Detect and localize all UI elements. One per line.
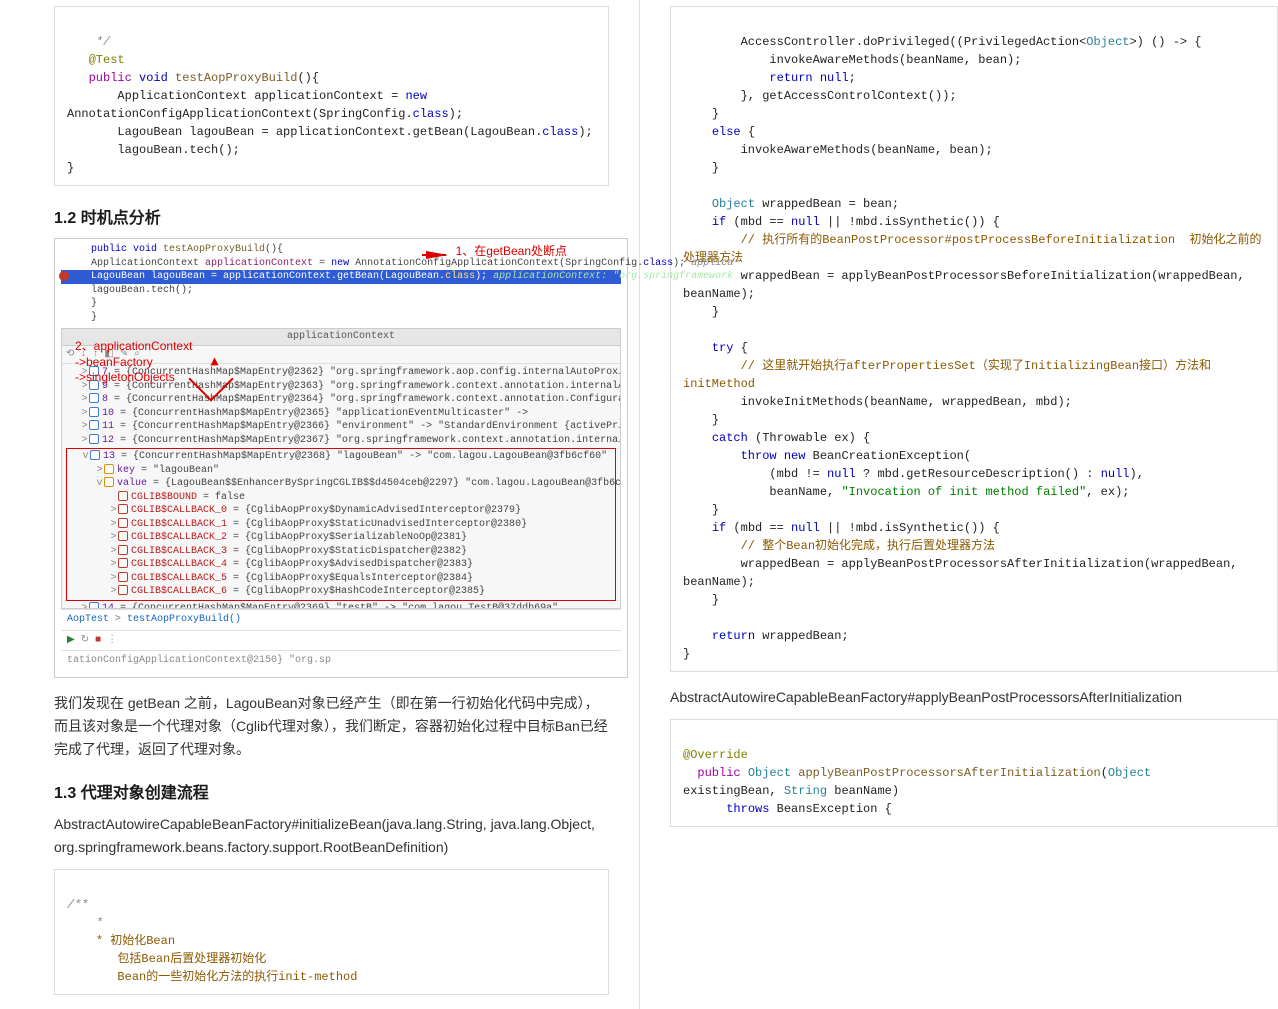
code-line: AnnotationConfigApplicationContext(Sprin… (67, 107, 463, 121)
code-line: * 初始化Bean (67, 934, 175, 948)
last-frame: tationConfigApplicationContext@2150} "or… (61, 650, 621, 671)
code-line: invokeInitMethods(beanName, wrappedBean,… (683, 395, 1072, 409)
code-line: // 这里就开始执行afterPropertiesSet（实现了Initiali… (683, 359, 1211, 391)
code-line: if (mbd == null || !mbd.isSynthetic()) { (683, 215, 1000, 229)
code-line: wrappedBean = applyBeanPostProcessorsAft… (683, 557, 1245, 589)
code-line: } (683, 413, 719, 427)
debugger-screenshot: 1、在getBean处断点 public void testAopProxyBu… (54, 238, 628, 678)
var-row[interactable]: >12 = {ConcurrentHashMap$MapEntry@2367} … (66, 434, 616, 448)
code-line: @Override (683, 748, 748, 762)
dbg-code-line: lagouBean.tech(); (61, 284, 621, 298)
var-row[interactable]: >CGLIB$CALLBACK_1 = {CglibAopProxy$Stati… (67, 518, 615, 532)
var-row[interactable]: >CGLIB$CALLBACK_0 = {CglibAopProxy$Dynam… (67, 504, 615, 518)
annotation-1: 1、在getBean处断点 (456, 243, 567, 259)
code-line: } (683, 305, 719, 319)
var-row[interactable]: >8 = {ConcurrentHashMap$MapEntry@2364} "… (66, 393, 616, 407)
code-line: wrappedBean = applyBeanPostProcessorsBef… (683, 269, 1252, 301)
code-block-apply-post-processors: @Override public Object applyBeanPostPro… (670, 719, 1278, 827)
var-row[interactable]: vvalue = {LagouBean$$EnhancerBySpringCGL… (67, 477, 615, 491)
var-row[interactable]: >10 = {ConcurrentHashMap$MapEntry@2365} … (66, 407, 616, 421)
code-line: */ (67, 35, 110, 49)
code-line: // 执行所有的BeanPostProcessor#postProcessBef… (683, 233, 1261, 265)
code-line: throw new BeanCreationException( (683, 449, 971, 463)
rerun-icon[interactable]: ▶ (67, 634, 75, 648)
code-block-init-comment: /** * * 初始化Bean 包括Bean后置处理器初始化 Bean的一些初始… (54, 869, 609, 995)
code-line: } (683, 107, 719, 121)
code-line: AccessController.doPrivileged((Privilege… (683, 35, 1202, 49)
var-row[interactable]: >CGLIB$CALLBACK_5 = {CglibAopProxy$Equal… (67, 572, 615, 586)
code-line: (mbd != null ? mbd.getResourceDescriptio… (683, 467, 1144, 481)
breadcrumb-bar: AopTest > testAopProxyBuild() (61, 609, 621, 630)
section-heading-1-3: 1.3 代理对象创建流程 (54, 779, 609, 803)
section-heading-1-2: 1.2 时机点分析 (54, 204, 609, 228)
code-line: } (683, 161, 719, 175)
code-line: ApplicationContext applicationContext = … (67, 89, 427, 103)
code-line: lagouBean.tech(); (67, 143, 240, 157)
code-line: } (683, 647, 690, 661)
reload-icon[interactable]: ↻ (81, 634, 89, 648)
stop-icon[interactable]: ■ (95, 634, 101, 648)
code-line: return null; (683, 71, 856, 85)
code-block-initialize-bean: AccessController.doPrivileged((Privilege… (670, 6, 1278, 672)
code-line: return wrappedBean; (683, 629, 849, 643)
var-row[interactable]: v13 = {ConcurrentHashMap$MapEntry@2368} … (67, 450, 615, 464)
debug-toolbar: ▶ ↻ ■ ⋮ (61, 630, 621, 651)
code-line: * (67, 916, 103, 930)
breakpoint-icon (59, 271, 69, 281)
code-line: }, getAccessControlContext()); (683, 89, 957, 103)
code-line: Object wrappedBean = bean; (683, 197, 899, 211)
dbg-current-line: LagouBean lagouBean = applicationContext… (61, 270, 621, 284)
code-line: catch (Throwable ex) { (683, 431, 870, 445)
code-line: invokeAwareMethods(beanName, bean); (683, 53, 1021, 67)
code-line: else { (683, 125, 755, 139)
code-block-test: */ @Test public void testAopProxyBuild()… (54, 6, 609, 186)
code-line: public Object applyBeanPostProcessorsAft… (683, 766, 1151, 780)
code-line: throws BeansException { (683, 802, 892, 816)
var-row[interactable]: >key = "lagouBean" (67, 464, 615, 478)
var-row[interactable]: >CGLIB$CALLBACK_4 = {CglibAopProxy$Advis… (67, 558, 615, 572)
code-line: @Test (67, 53, 125, 67)
var-row[interactable]: >11 = {ConcurrentHashMap$MapEntry@2366} … (66, 420, 616, 434)
code-line: /** (67, 898, 89, 912)
code-line: } (683, 503, 719, 517)
dbg-code-line: } (61, 311, 621, 325)
dbg-code-line: } (61, 297, 621, 311)
var-row[interactable]: >CGLIB$CALLBACK_2 = {CglibAopProxy$Seria… (67, 531, 615, 545)
var-row[interactable]: CGLIB$BOUND = false (67, 491, 615, 505)
code-line: 包括Bean后置处理器初始化 (67, 952, 266, 966)
code-line: public void testAopProxyBuild(){ (67, 71, 319, 85)
code-line: } (67, 161, 74, 175)
code-line: try { (683, 341, 748, 355)
code-line: } (683, 593, 719, 607)
var-row[interactable]: >CGLIB$CALLBACK_6 = {CglibAopProxy$HashC… (67, 585, 615, 599)
paragraph: 我们发现在 getBean 之前，LagouBean对象已经产生（即在第一行初始… (54, 692, 609, 761)
code-line: existingBean, String beanName) (683, 784, 899, 798)
var-row[interactable]: >CGLIB$CALLBACK_3 = {CglibAopProxy$Stati… (67, 545, 615, 559)
code-line: if (mbd == null || !mbd.isSynthetic()) { (683, 521, 1000, 535)
more-icon[interactable]: ⋮ (107, 634, 117, 648)
paragraph: AbstractAutowireCapableBeanFactory#initi… (54, 813, 609, 859)
code-line: // 整个Bean初始化完成，执行后置处理器方法 (683, 539, 995, 553)
paragraph: AbstractAutowireCapableBeanFactory#apply… (670, 686, 1278, 709)
vars-body: >7 = {ConcurrentHashMap$MapEntry@2362} "… (62, 364, 620, 608)
code-line: invokeAwareMethods(beanName, bean); (683, 143, 993, 157)
code-line: beanName, "Invocation of init method fai… (683, 485, 1130, 499)
code-line: Bean的一些初始化方法的执行init-method (67, 970, 357, 984)
code-line: LagouBean lagouBean = applicationContext… (67, 125, 593, 139)
highlighted-var-box: v13 = {ConcurrentHashMap$MapEntry@2368} … (66, 448, 616, 601)
var-row[interactable]: >14 = {ConcurrentHashMap$MapEntry@2369} … (66, 602, 616, 609)
tool-icon[interactable]: ⟲ (66, 348, 74, 362)
annotation-2: 2、applicationContext ->beanFactory ->sin… (75, 339, 192, 386)
